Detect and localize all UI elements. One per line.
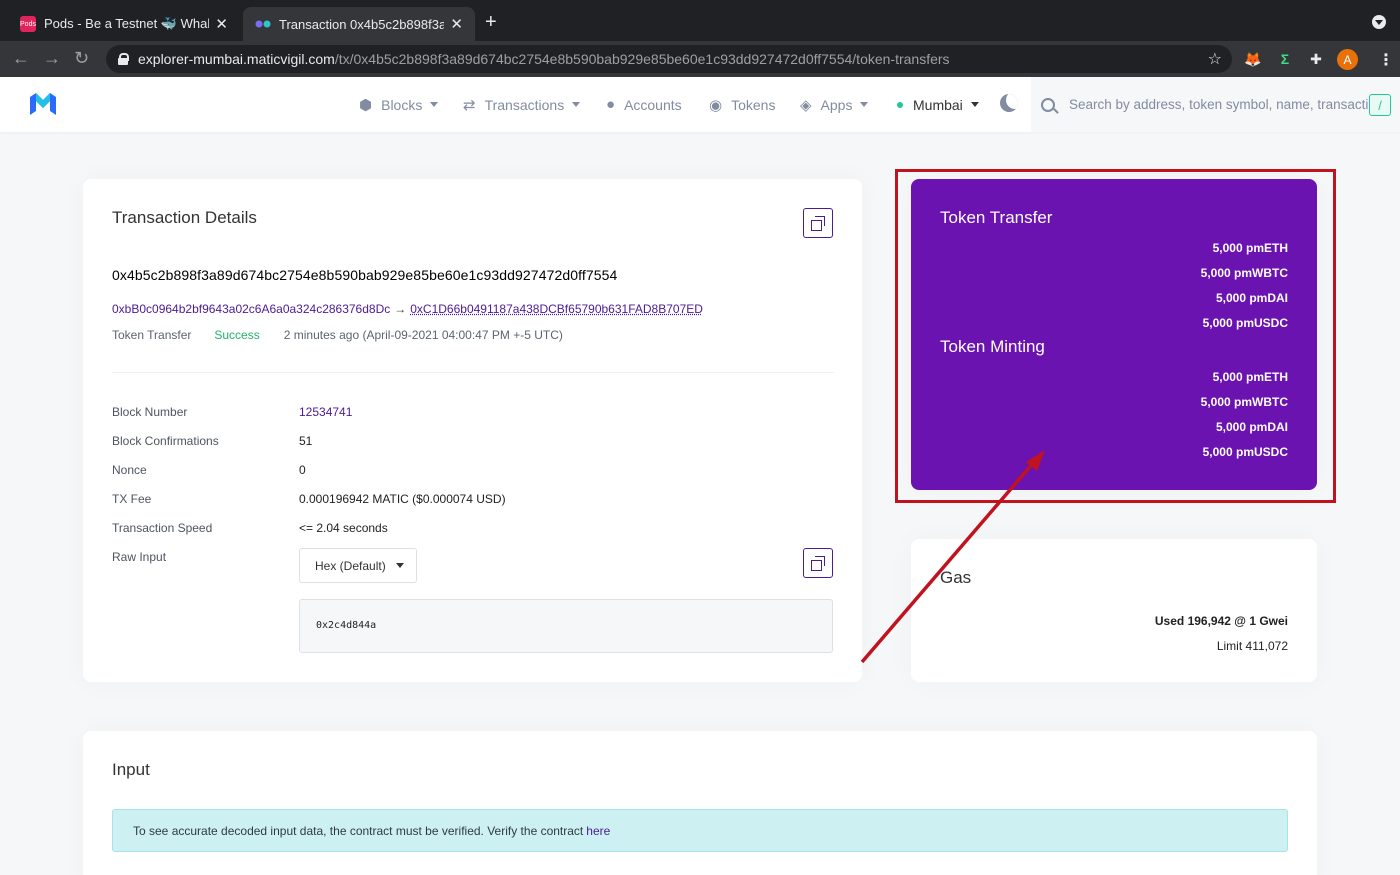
nav-transactions[interactable]: ⇄ Transactions bbox=[463, 77, 581, 132]
transaction-meta: Token Transfer Success 2 minutes ago (Ap… bbox=[112, 328, 563, 342]
block-number-label: Block Number bbox=[112, 405, 188, 419]
raw-input-value: 0x2c4d844a bbox=[299, 599, 833, 653]
nav-accounts[interactable]: ● Accounts bbox=[606, 77, 682, 132]
nav-label: Accounts bbox=[624, 96, 682, 113]
cube-icon: ⬢ bbox=[359, 96, 373, 114]
tab-search-icon[interactable] bbox=[1372, 15, 1386, 29]
site-header: ⬢ Blocks ⇄ Transactions ● Accounts ◉ Tok… bbox=[0, 77, 1400, 132]
copy-raw-input-icon[interactable] bbox=[803, 548, 833, 578]
to-address-link[interactable]: 0xC1D66b0491187a438DCBf65790b631FAD8B707… bbox=[410, 302, 703, 316]
select-value: Hex (Default) bbox=[315, 558, 386, 573]
browser-menu-icon[interactable]: ⋮ bbox=[1378, 50, 1394, 70]
network-status-dot bbox=[897, 101, 903, 108]
browser-toolbar: ← → ↻ explorer-mumbai.maticvigil.com/tx/… bbox=[0, 41, 1400, 77]
close-tab-icon[interactable]: ✕ bbox=[450, 15, 463, 33]
reload-icon[interactable]: ↻ bbox=[74, 48, 89, 69]
search-shortcut-badge: / bbox=[1369, 94, 1391, 116]
from-address-link[interactable]: 0xbB0c0964b2bf9643a02c6A6a0a324c286376d8… bbox=[112, 302, 390, 316]
search-placeholder: Search by address, token symbol, name, t… bbox=[1069, 97, 1369, 112]
transaction-speed-label: Transaction Speed bbox=[112, 521, 213, 535]
copy-hash-icon[interactable] bbox=[803, 208, 833, 238]
arrow-right-icon: → bbox=[394, 302, 407, 316]
search-icon bbox=[1041, 97, 1055, 112]
url-path: /tx/0x4b5c2b898f3a89d674bc2754e8b590bab9… bbox=[334, 51, 950, 67]
transaction-details-card: Transaction Details 0x4b5c2b898f3a89d674… bbox=[83, 179, 862, 682]
nav-tokens[interactable]: ◉ Tokens bbox=[709, 77, 775, 132]
sigma-extension-icon[interactable]: Σ bbox=[1276, 50, 1294, 68]
status-badge: Success bbox=[214, 328, 260, 342]
forward-icon[interactable]: → bbox=[43, 48, 61, 69]
network-label: Mumbai bbox=[913, 96, 963, 113]
gas-title: Gas bbox=[940, 568, 972, 587]
verify-contract-notice: To see accurate decoded input data, the … bbox=[112, 809, 1288, 852]
annotation-highlight-box bbox=[895, 169, 1336, 503]
input-card: Input To see accurate decoded input data… bbox=[83, 731, 1317, 875]
nav-apps[interactable]: ◈ Apps bbox=[800, 77, 869, 132]
coins-icon: ◉ bbox=[709, 96, 723, 114]
from-to-addresses: 0xbB0c0964b2bf9643a02c6A6a0a324c286376d8… bbox=[112, 302, 703, 316]
address-bar[interactable]: explorer-mumbai.maticvigil.com/tx/0x4b5c… bbox=[106, 45, 1232, 73]
transaction-type: Token Transfer bbox=[112, 328, 192, 342]
polygon-logo-icon[interactable] bbox=[28, 91, 58, 117]
timestamp: 2 minutes ago (April-09-2021 04:00:47 PM… bbox=[283, 328, 563, 342]
nonce-value: 0 bbox=[299, 463, 306, 477]
dark-mode-moon-icon[interactable] bbox=[1000, 94, 1018, 112]
nav-label: Transactions bbox=[484, 96, 565, 113]
user-icon: ● bbox=[606, 96, 616, 113]
browser-tab-transaction[interactable]: Transaction 0x4b5c2b898f3a89 ✕ bbox=[243, 7, 475, 41]
card-title: Transaction Details bbox=[112, 208, 257, 227]
nonce-label: Nonce bbox=[112, 463, 147, 477]
tab-title: Pods - Be a Testnet 🐳 Whale bbox=[44, 16, 210, 31]
exchange-icon: ⇄ bbox=[463, 96, 476, 114]
chevron-down-icon bbox=[970, 102, 979, 107]
verify-contract-link[interactable]: here bbox=[586, 824, 610, 838]
new-tab-icon[interactable]: + bbox=[485, 11, 497, 34]
block-confirmations-value: 51 bbox=[299, 434, 313, 448]
metamask-extension-icon[interactable]: 🦊 bbox=[1244, 50, 1262, 68]
nav-label: Blocks bbox=[381, 96, 423, 113]
block-confirmations-label: Block Confirmations bbox=[112, 434, 219, 448]
block-number-link[interactable]: 12534741 bbox=[299, 405, 352, 419]
chevron-down-icon bbox=[860, 102, 869, 107]
back-icon[interactable]: ← bbox=[12, 48, 30, 69]
browser-tab-bar: Pods Pods - Be a Testnet 🐳 Whale ✕ Trans… bbox=[0, 0, 1400, 41]
extensions-puzzle-icon[interactable]: ✚ bbox=[1307, 50, 1325, 68]
nav-label: Apps bbox=[820, 96, 853, 113]
search-input[interactable]: Search by address, token symbol, name, t… bbox=[1031, 77, 1400, 132]
url-host: explorer-mumbai.maticvigil.com bbox=[138, 51, 335, 67]
raw-input-format-select[interactable]: Hex (Default) bbox=[299, 548, 417, 583]
pods-favicon-icon: Pods bbox=[20, 16, 36, 32]
tx-fee-value: 0.000196942 MATIC ($0.000074 USD) bbox=[299, 492, 506, 506]
close-tab-icon[interactable]: ✕ bbox=[215, 15, 228, 33]
gas-limit: Limit 411,072 bbox=[1216, 639, 1288, 653]
nav-label: Tokens bbox=[731, 96, 776, 113]
raw-input-label: Raw Input bbox=[112, 550, 167, 564]
divider bbox=[112, 372, 834, 373]
tab-title: Transaction 0x4b5c2b898f3a89 bbox=[279, 16, 445, 32]
profile-avatar[interactable]: A bbox=[1337, 49, 1358, 70]
chevron-down-icon bbox=[395, 563, 404, 568]
blockscout-favicon-icon bbox=[255, 16, 271, 32]
chevron-down-icon bbox=[430, 102, 439, 107]
notice-text: To see accurate decoded input data, the … bbox=[133, 823, 584, 838]
transaction-speed-value: <= 2.04 seconds bbox=[299, 521, 388, 535]
nav-blocks[interactable]: ⬢ Blocks bbox=[359, 77, 439, 132]
gas-card: Gas Used 196,942 @ 1 Gwei Limit 411,072 bbox=[911, 539, 1317, 682]
bookmark-star-icon[interactable]: ☆ bbox=[1208, 49, 1222, 69]
chevron-down-icon bbox=[572, 102, 581, 107]
transaction-hash: 0x4b5c2b898f3a89d674bc2754e8b590bab929e8… bbox=[112, 267, 618, 283]
lock-icon bbox=[118, 53, 129, 65]
layers-icon: ◈ bbox=[800, 96, 812, 114]
gas-used: Used 196,942 @ 1 Gwei bbox=[1154, 614, 1288, 628]
network-selector[interactable]: Mumbai bbox=[897, 77, 979, 132]
tx-fee-label: TX Fee bbox=[112, 492, 152, 506]
browser-tab-pods[interactable]: Pods Pods - Be a Testnet 🐳 Whale ✕ bbox=[8, 7, 240, 41]
input-title: Input bbox=[112, 760, 150, 779]
